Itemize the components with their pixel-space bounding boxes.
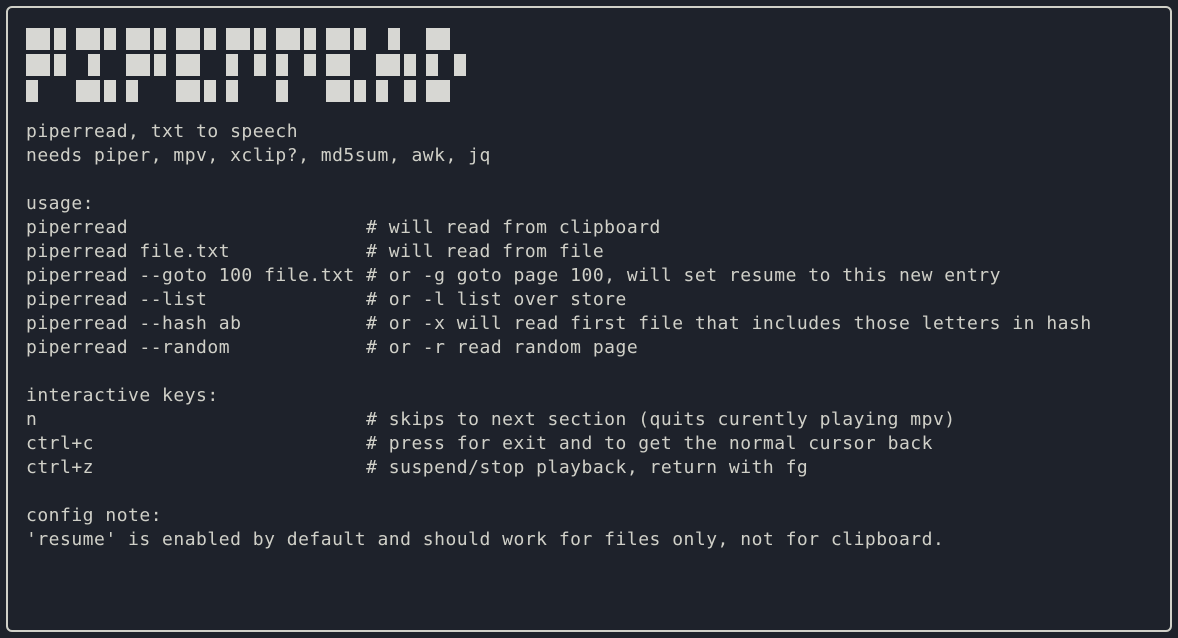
usage-line-4: piperread --hash ab # or -x will read fi…	[26, 313, 1092, 334]
help-panel: piperread, txt to speech needs piper, mp…	[6, 6, 1172, 632]
usage-line-1: piperread file.txt # will read from file	[26, 241, 604, 262]
config-header: config note:	[26, 505, 162, 526]
usage-header: usage:	[26, 193, 94, 214]
usage-line-3: piperread --list # or -l list over store	[26, 289, 627, 310]
keys-line-1: ctrl+c # press for exit and to get the n…	[26, 433, 933, 454]
usage-line-5: piperread --random # or -r read random p…	[26, 337, 638, 358]
config-line-0: 'resume' is enabled by default and shoul…	[26, 529, 944, 550]
banner-logo	[26, 28, 1152, 102]
intro-line-1: needs piper, mpv, xclip?, md5sum, awk, j…	[26, 145, 491, 166]
intro-line-0: piperread, txt to speech	[26, 121, 298, 142]
help-text: piperread, txt to speech needs piper, mp…	[26, 120, 1152, 552]
keys-line-2: ctrl+z # suspend/stop playback, return w…	[26, 457, 808, 478]
usage-line-2: piperread --goto 100 file.txt # or -g go…	[26, 265, 1001, 286]
usage-line-0: piperread # will read from clipboard	[26, 217, 661, 238]
keys-header: interactive keys:	[26, 385, 219, 406]
keys-line-0: n # skips to next section (quits curentl…	[26, 409, 956, 430]
